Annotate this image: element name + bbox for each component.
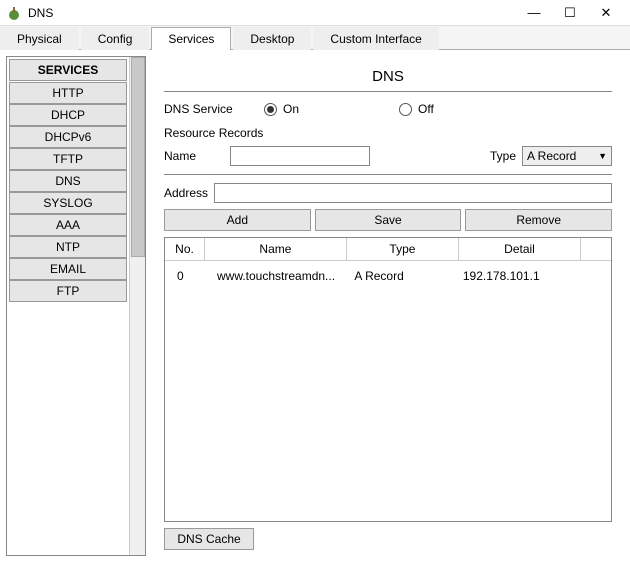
sidebar-item-aaa[interactable]: AAA bbox=[9, 214, 127, 236]
sidebar-item-dhcp[interactable]: DHCP bbox=[9, 104, 127, 126]
resource-records-label: Resource Records bbox=[164, 126, 612, 140]
maximize-button[interactable]: ☐ bbox=[552, 3, 588, 23]
tab-custom-interface[interactable]: Custom Interface bbox=[313, 27, 438, 50]
tab-config[interactable]: Config bbox=[81, 27, 150, 50]
sidebar-item-dns[interactable]: DNS bbox=[9, 170, 127, 192]
sidebar-item-syslog[interactable]: SYSLOG bbox=[9, 192, 127, 214]
page-title: DNS bbox=[164, 62, 612, 92]
th-spacer bbox=[581, 238, 611, 260]
sidebar-item-http[interactable]: HTTP bbox=[9, 82, 127, 104]
tab-bar: Physical Config Services Desktop Custom … bbox=[0, 26, 630, 50]
tab-physical[interactable]: Physical bbox=[0, 27, 79, 50]
address-label: Address bbox=[164, 186, 208, 200]
sidebar-item-ntp[interactable]: NTP bbox=[9, 236, 127, 258]
add-button[interactable]: Add bbox=[164, 209, 311, 231]
td-no: 0 bbox=[171, 267, 211, 285]
address-input[interactable] bbox=[214, 183, 612, 203]
th-name[interactable]: Name bbox=[205, 238, 347, 260]
radio-off-label: Off bbox=[418, 102, 434, 116]
chevron-down-icon: ▼ bbox=[598, 151, 607, 161]
save-button[interactable]: Save bbox=[315, 209, 462, 231]
close-button[interactable]: ✕ bbox=[588, 3, 624, 23]
window-title: DNS bbox=[28, 6, 516, 20]
dns-cache-button[interactable]: DNS Cache bbox=[164, 528, 254, 550]
table-row[interactable]: 0 www.touchstreamdn... A Record 192.178.… bbox=[165, 261, 611, 291]
radio-on-icon bbox=[264, 103, 277, 116]
tab-desktop[interactable]: Desktop bbox=[233, 27, 311, 50]
services-sidebar: SERVICES HTTP DHCP DHCPv6 TFTP DNS SYSLO… bbox=[6, 56, 146, 556]
radio-off-icon bbox=[399, 103, 412, 116]
sidebar-item-ftp[interactable]: FTP bbox=[9, 280, 127, 302]
minimize-button[interactable]: — bbox=[516, 3, 552, 23]
radio-off[interactable]: Off bbox=[399, 102, 434, 116]
tab-services[interactable]: Services bbox=[151, 27, 231, 50]
td-type: A Record bbox=[348, 267, 456, 285]
td-detail: 192.178.101.1 bbox=[457, 267, 575, 285]
radio-on[interactable]: On bbox=[264, 102, 299, 116]
app-icon bbox=[6, 5, 22, 21]
radio-on-label: On bbox=[283, 102, 299, 116]
records-table: No. Name Type Detail 0 www.touchstreamdn… bbox=[164, 237, 612, 522]
main-panel: DNS DNS Service On Off Resource Records … bbox=[152, 56, 624, 556]
sidebar-item-tftp[interactable]: TFTP bbox=[9, 148, 127, 170]
type-value: A Record bbox=[527, 149, 576, 163]
name-label: Name bbox=[164, 149, 224, 163]
type-dropdown[interactable]: A Record ▼ bbox=[522, 146, 612, 166]
sidebar-scrollbar[interactable] bbox=[129, 57, 145, 555]
th-type[interactable]: Type bbox=[347, 238, 459, 260]
sidebar-item-dhcpv6[interactable]: DHCPv6 bbox=[9, 126, 127, 148]
type-label: Type bbox=[490, 149, 516, 163]
remove-button[interactable]: Remove bbox=[465, 209, 612, 231]
td-name: www.touchstreamdn... bbox=[211, 267, 348, 285]
th-detail[interactable]: Detail bbox=[459, 238, 581, 260]
sidebar-header: SERVICES bbox=[9, 59, 127, 81]
name-input[interactable] bbox=[230, 146, 370, 166]
title-bar: DNS — ☐ ✕ bbox=[0, 0, 630, 26]
sidebar-item-email[interactable]: EMAIL bbox=[9, 258, 127, 280]
dns-service-label: DNS Service bbox=[164, 102, 264, 116]
th-no[interactable]: No. bbox=[165, 238, 205, 260]
